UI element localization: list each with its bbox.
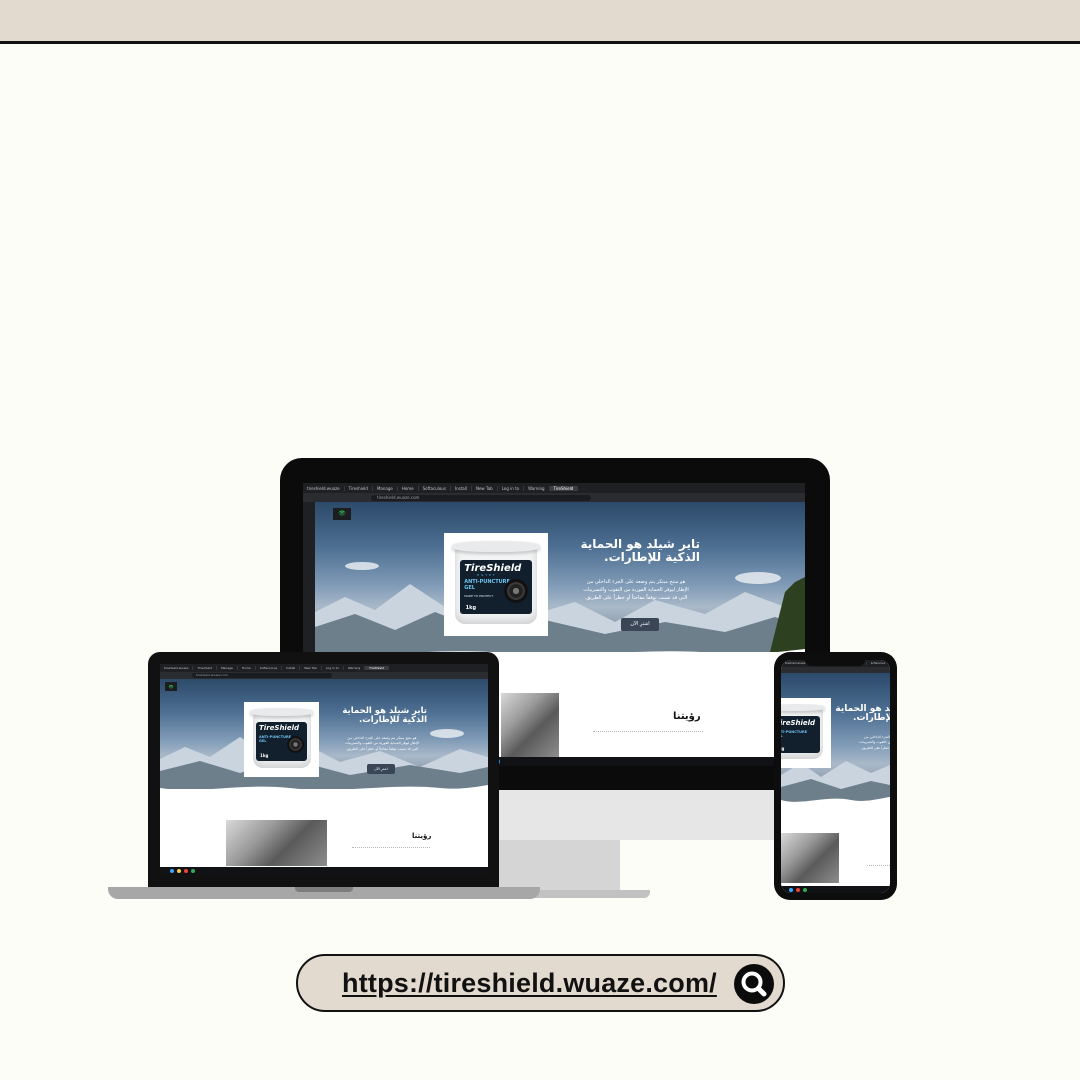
app-icon[interactable] xyxy=(191,868,195,873)
product-brand: TireShield xyxy=(259,723,299,732)
hero-wave xyxy=(160,785,488,798)
cloud xyxy=(345,562,379,570)
browser-tab[interactable]: TireShield xyxy=(365,666,389,670)
browser-tab[interactable]: Softaculous xyxy=(256,666,283,670)
product-weight: 1kg xyxy=(465,604,477,611)
laptop-screen: tireshield.wuaze Tireshield Manage Home Soft… xyxy=(160,664,488,874)
hero-title: تاير شيلد هو الحمايةالذكية للإطارات. xyxy=(342,706,427,725)
browser-tab[interactable]: Tireshield xyxy=(345,485,373,491)
vision-image xyxy=(226,820,327,866)
browser-tab[interactable]: Tireshield xyxy=(193,666,217,670)
top-band xyxy=(0,0,1080,44)
product-weight: 1kg xyxy=(260,753,269,759)
hero-section: TireShield ANTI-PUNCTUREGEL 1kg تاير شيل… xyxy=(781,673,890,803)
hero-description: هو منتج مبتكر يتم وضعه على الجزء الداخلي… xyxy=(345,736,419,751)
product-image: TireShield ANTI-PUNCTUREGEL 1kg xyxy=(781,698,831,768)
product-weight: 1kg xyxy=(781,745,785,751)
address-bar[interactable]: tireshield.wuaze.com xyxy=(192,673,332,678)
browser-tab[interactable]: TireShield xyxy=(549,485,579,491)
browser-tab[interactable]: Manage xyxy=(217,666,238,670)
search-button[interactable] xyxy=(734,964,774,1004)
site-badge[interactable]: 👁 xyxy=(165,682,177,691)
product-tagline: MADE TO PROTECT xyxy=(464,593,494,598)
phone-notch xyxy=(805,657,865,666)
gel-tub: TireShield EGYPT ANTI-PUNCTURE GEL MADE T… xyxy=(451,540,541,624)
browser-tab[interactable]: tireshield.wuaze xyxy=(160,666,194,670)
app-icon[interactable] xyxy=(796,887,800,892)
gel-tub: TireShield ANTI-PUNCTUREGEL 1kg xyxy=(781,703,826,759)
browser-tab[interactable]: Home xyxy=(398,485,419,491)
vision-text-placeholder xyxy=(352,846,430,848)
browser-tab[interactable]: Warning xyxy=(344,666,366,670)
product-image: TireShield ANTI-PUNCTUREGEL 1kg xyxy=(244,702,319,777)
vision-text-placeholder xyxy=(867,864,890,866)
hero-wave xyxy=(781,797,890,808)
tire-icon xyxy=(286,735,304,753)
mountains-image xyxy=(315,577,805,652)
laptop-notch xyxy=(295,887,353,892)
product-image: TireShield EGYPT ANTI-PUNCTURE GEL MADE T… xyxy=(444,533,548,636)
os-taskbar xyxy=(160,867,488,874)
vision-title: رؤيتنا xyxy=(673,711,701,722)
product-region: EGYPT xyxy=(477,572,497,577)
buy-now-button[interactable]: اشترِ الآن xyxy=(621,618,659,631)
app-icon[interactable] xyxy=(170,868,174,873)
hero-title: تاير شيلد هو الحمايةالذكية للإطارات. xyxy=(835,704,890,724)
site-badge[interactable]: 👁 xyxy=(333,508,351,520)
browser-address-row: tireshield.wuaze.com xyxy=(303,493,805,502)
vision-text-placeholder xyxy=(593,730,703,732)
hero-section: 👁 TireShield EGYPT ANTI-PUNCTURE GEL MADE… xyxy=(315,502,805,652)
product-brand: TireShield xyxy=(781,718,816,727)
browser-tab-strip: tireshield.wuazeTireshieldManageHomeSoft… xyxy=(160,664,488,672)
browser-tab[interactable]: Manage xyxy=(373,485,398,491)
app-icon[interactable] xyxy=(177,868,181,873)
hero-description: هو منتج مبتكر يتم وضعه على الجزء الداخلي… xyxy=(583,579,689,601)
hero-title: تاير شيلد هو الحمايةالذكية للإطارات. xyxy=(580,537,701,564)
browser-tab[interactable]: Log in to xyxy=(322,666,344,670)
app-icon[interactable] xyxy=(803,887,807,892)
tire-icon xyxy=(503,579,528,604)
browser-tab[interactable]: Log in to xyxy=(498,485,525,491)
buy-now-button[interactable]: اشترِ الآن xyxy=(367,764,395,774)
website-url-link[interactable]: https://tireshield.wuaze.com/ xyxy=(342,968,717,999)
app-icon[interactable] xyxy=(184,868,188,873)
phone-screen: tireshield.wuazeTireshieldManageHomeSoft… xyxy=(781,660,890,893)
vision-title: رؤيتنا xyxy=(412,832,432,840)
browser-tab-strip: tireshield.wuazeTireshieldManageHomeSoft… xyxy=(303,483,805,493)
vision-image xyxy=(501,693,559,757)
browser-tab[interactable]: Install xyxy=(282,666,301,670)
browser-tab[interactable]: tireshield.wuaze xyxy=(303,485,345,491)
browser-tab[interactable]: New Tab xyxy=(472,485,498,491)
browser-tab[interactable]: Softaculous xyxy=(419,485,451,491)
browser-tab[interactable]: New Tab xyxy=(300,666,322,670)
app-icon[interactable] xyxy=(789,887,793,892)
mountains-image xyxy=(160,737,488,789)
gel-tub: TireShield ANTI-PUNCTUREGEL 1kg xyxy=(250,708,313,768)
address-bar[interactable]: tireshield.wuaze.com xyxy=(371,494,591,501)
search-icon xyxy=(741,971,767,997)
browser-tab[interactable]: Softaculous xyxy=(867,662,890,665)
hero-description: هو منتج مبتكر يتم وضعه على الجزء الداخلي… xyxy=(859,735,890,750)
website-link-bar[interactable]: https://tireshield.wuaze.com/ xyxy=(296,954,785,1012)
browser-tab[interactable]: Warning xyxy=(524,485,550,491)
browser-address-row: tireshield.wuaze.com xyxy=(160,672,488,679)
hero-section: 👁 TireShield ANTI-PUNCTURE GEL 1kg تاير ش… xyxy=(160,679,488,789)
os-taskbar xyxy=(781,886,890,893)
browser-tab[interactable]: Install xyxy=(451,485,472,491)
product-name: ANTI-PUNCTUREGEL xyxy=(781,729,808,737)
browser-tab[interactable]: Home xyxy=(238,666,256,670)
vision-image xyxy=(781,833,839,883)
